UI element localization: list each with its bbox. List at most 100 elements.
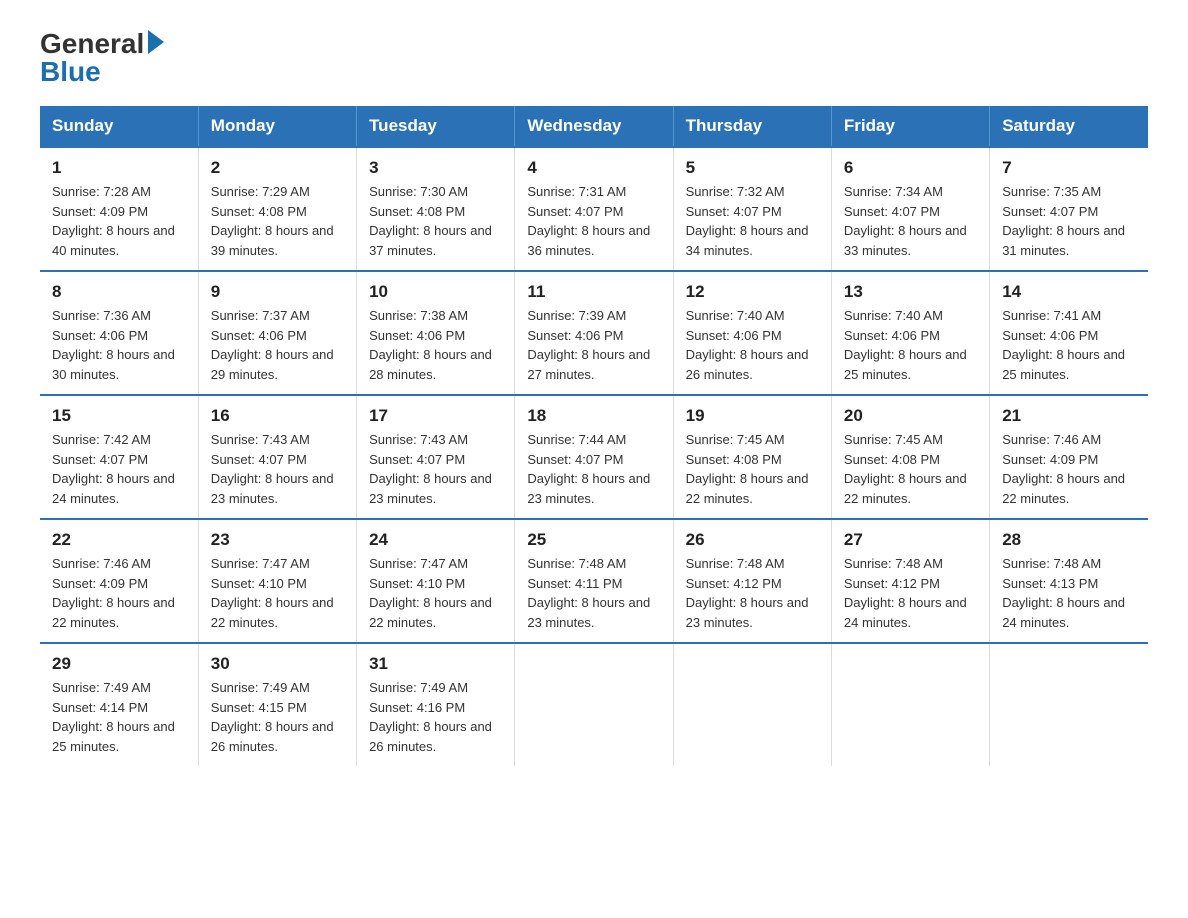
calendar-day-cell: 6 Sunrise: 7:34 AMSunset: 4:07 PMDayligh… (831, 147, 989, 271)
day-info: Sunrise: 7:37 AMSunset: 4:06 PMDaylight:… (211, 308, 334, 382)
day-info: Sunrise: 7:46 AMSunset: 4:09 PMDaylight:… (1002, 432, 1125, 506)
day-number: 7 (1002, 158, 1136, 178)
day-info: Sunrise: 7:43 AMSunset: 4:07 PMDaylight:… (369, 432, 492, 506)
day-info: Sunrise: 7:47 AMSunset: 4:10 PMDaylight:… (369, 556, 492, 630)
calendar-day-cell: 8 Sunrise: 7:36 AMSunset: 4:06 PMDayligh… (40, 271, 198, 395)
calendar-day-cell: 17 Sunrise: 7:43 AMSunset: 4:07 PMDaylig… (357, 395, 515, 519)
day-info: Sunrise: 7:43 AMSunset: 4:07 PMDaylight:… (211, 432, 334, 506)
calendar-day-cell: 9 Sunrise: 7:37 AMSunset: 4:06 PMDayligh… (198, 271, 356, 395)
day-info: Sunrise: 7:28 AMSunset: 4:09 PMDaylight:… (52, 184, 175, 258)
calendar-day-cell: 7 Sunrise: 7:35 AMSunset: 4:07 PMDayligh… (990, 147, 1148, 271)
calendar-day-cell: 11 Sunrise: 7:39 AMSunset: 4:06 PMDaylig… (515, 271, 673, 395)
weekday-header-monday: Monday (198, 106, 356, 147)
day-info: Sunrise: 7:36 AMSunset: 4:06 PMDaylight:… (52, 308, 175, 382)
day-info: Sunrise: 7:30 AMSunset: 4:08 PMDaylight:… (369, 184, 492, 258)
day-info: Sunrise: 7:40 AMSunset: 4:06 PMDaylight:… (844, 308, 967, 382)
calendar-day-cell: 21 Sunrise: 7:46 AMSunset: 4:09 PMDaylig… (990, 395, 1148, 519)
calendar-day-cell: 15 Sunrise: 7:42 AMSunset: 4:07 PMDaylig… (40, 395, 198, 519)
day-info: Sunrise: 7:29 AMSunset: 4:08 PMDaylight:… (211, 184, 334, 258)
day-number: 28 (1002, 530, 1136, 550)
day-info: Sunrise: 7:35 AMSunset: 4:07 PMDaylight:… (1002, 184, 1125, 258)
day-number: 25 (527, 530, 660, 550)
day-info: Sunrise: 7:32 AMSunset: 4:07 PMDaylight:… (686, 184, 809, 258)
weekday-header-friday: Friday (831, 106, 989, 147)
day-info: Sunrise: 7:45 AMSunset: 4:08 PMDaylight:… (686, 432, 809, 506)
weekday-header-sunday: Sunday (40, 106, 198, 147)
calendar-day-cell: 30 Sunrise: 7:49 AMSunset: 4:15 PMDaylig… (198, 643, 356, 766)
day-number: 23 (211, 530, 344, 550)
calendar-day-cell: 22 Sunrise: 7:46 AMSunset: 4:09 PMDaylig… (40, 519, 198, 643)
calendar-week-row: 15 Sunrise: 7:42 AMSunset: 4:07 PMDaylig… (40, 395, 1148, 519)
day-info: Sunrise: 7:48 AMSunset: 4:11 PMDaylight:… (527, 556, 650, 630)
day-info: Sunrise: 7:49 AMSunset: 4:15 PMDaylight:… (211, 680, 334, 754)
day-info: Sunrise: 7:49 AMSunset: 4:16 PMDaylight:… (369, 680, 492, 754)
day-number: 1 (52, 158, 186, 178)
day-info: Sunrise: 7:38 AMSunset: 4:06 PMDaylight:… (369, 308, 492, 382)
day-number: 31 (369, 654, 502, 674)
calendar-day-cell: 5 Sunrise: 7:32 AMSunset: 4:07 PMDayligh… (673, 147, 831, 271)
calendar-day-cell: 26 Sunrise: 7:48 AMSunset: 4:12 PMDaylig… (673, 519, 831, 643)
calendar-day-cell: 29 Sunrise: 7:49 AMSunset: 4:14 PMDaylig… (40, 643, 198, 766)
logo-arrow-icon (148, 30, 164, 54)
day-info: Sunrise: 7:31 AMSunset: 4:07 PMDaylight:… (527, 184, 650, 258)
day-number: 19 (686, 406, 819, 426)
calendar-day-cell: 18 Sunrise: 7:44 AMSunset: 4:07 PMDaylig… (515, 395, 673, 519)
day-info: Sunrise: 7:48 AMSunset: 4:13 PMDaylight:… (1002, 556, 1125, 630)
calendar-day-cell: 16 Sunrise: 7:43 AMSunset: 4:07 PMDaylig… (198, 395, 356, 519)
calendar-day-cell: 25 Sunrise: 7:48 AMSunset: 4:11 PMDaylig… (515, 519, 673, 643)
day-number: 3 (369, 158, 502, 178)
calendar-week-row: 1 Sunrise: 7:28 AMSunset: 4:09 PMDayligh… (40, 147, 1148, 271)
day-info: Sunrise: 7:41 AMSunset: 4:06 PMDaylight:… (1002, 308, 1125, 382)
calendar-day-cell: 2 Sunrise: 7:29 AMSunset: 4:08 PMDayligh… (198, 147, 356, 271)
day-info: Sunrise: 7:48 AMSunset: 4:12 PMDaylight:… (844, 556, 967, 630)
calendar-day-cell: 19 Sunrise: 7:45 AMSunset: 4:08 PMDaylig… (673, 395, 831, 519)
day-number: 20 (844, 406, 977, 426)
calendar-day-cell: 31 Sunrise: 7:49 AMSunset: 4:16 PMDaylig… (357, 643, 515, 766)
day-number: 6 (844, 158, 977, 178)
weekday-header-wednesday: Wednesday (515, 106, 673, 147)
day-number: 9 (211, 282, 344, 302)
day-info: Sunrise: 7:44 AMSunset: 4:07 PMDaylight:… (527, 432, 650, 506)
weekday-header-thursday: Thursday (673, 106, 831, 147)
calendar-day-cell: 24 Sunrise: 7:47 AMSunset: 4:10 PMDaylig… (357, 519, 515, 643)
calendar-table: SundayMondayTuesdayWednesdayThursdayFrid… (40, 106, 1148, 766)
calendar-day-cell: 27 Sunrise: 7:48 AMSunset: 4:12 PMDaylig… (831, 519, 989, 643)
calendar-day-cell: 4 Sunrise: 7:31 AMSunset: 4:07 PMDayligh… (515, 147, 673, 271)
weekday-header-tuesday: Tuesday (357, 106, 515, 147)
day-info: Sunrise: 7:34 AMSunset: 4:07 PMDaylight:… (844, 184, 967, 258)
calendar-week-row: 29 Sunrise: 7:49 AMSunset: 4:14 PMDaylig… (40, 643, 1148, 766)
day-info: Sunrise: 7:48 AMSunset: 4:12 PMDaylight:… (686, 556, 809, 630)
day-number: 10 (369, 282, 502, 302)
weekday-header-row: SundayMondayTuesdayWednesdayThursdayFrid… (40, 106, 1148, 147)
calendar-day-cell (990, 643, 1148, 766)
day-number: 11 (527, 282, 660, 302)
calendar-day-cell (673, 643, 831, 766)
calendar-day-cell: 14 Sunrise: 7:41 AMSunset: 4:06 PMDaylig… (990, 271, 1148, 395)
day-number: 18 (527, 406, 660, 426)
calendar-week-row: 8 Sunrise: 7:36 AMSunset: 4:06 PMDayligh… (40, 271, 1148, 395)
day-number: 16 (211, 406, 344, 426)
day-number: 29 (52, 654, 186, 674)
day-number: 21 (1002, 406, 1136, 426)
logo: General Blue (40, 30, 164, 86)
day-number: 4 (527, 158, 660, 178)
day-info: Sunrise: 7:40 AMSunset: 4:06 PMDaylight:… (686, 308, 809, 382)
day-number: 30 (211, 654, 344, 674)
day-info: Sunrise: 7:47 AMSunset: 4:10 PMDaylight:… (211, 556, 334, 630)
logo-blue-text: Blue (40, 58, 101, 86)
day-number: 8 (52, 282, 186, 302)
weekday-header-saturday: Saturday (990, 106, 1148, 147)
day-number: 27 (844, 530, 977, 550)
calendar-day-cell: 28 Sunrise: 7:48 AMSunset: 4:13 PMDaylig… (990, 519, 1148, 643)
calendar-day-cell: 12 Sunrise: 7:40 AMSunset: 4:06 PMDaylig… (673, 271, 831, 395)
day-info: Sunrise: 7:46 AMSunset: 4:09 PMDaylight:… (52, 556, 175, 630)
calendar-day-cell: 13 Sunrise: 7:40 AMSunset: 4:06 PMDaylig… (831, 271, 989, 395)
day-number: 5 (686, 158, 819, 178)
calendar-day-cell: 20 Sunrise: 7:45 AMSunset: 4:08 PMDaylig… (831, 395, 989, 519)
calendar-day-cell (515, 643, 673, 766)
day-info: Sunrise: 7:42 AMSunset: 4:07 PMDaylight:… (52, 432, 175, 506)
day-info: Sunrise: 7:49 AMSunset: 4:14 PMDaylight:… (52, 680, 175, 754)
calendar-day-cell: 1 Sunrise: 7:28 AMSunset: 4:09 PMDayligh… (40, 147, 198, 271)
calendar-week-row: 22 Sunrise: 7:46 AMSunset: 4:09 PMDaylig… (40, 519, 1148, 643)
day-number: 22 (52, 530, 186, 550)
